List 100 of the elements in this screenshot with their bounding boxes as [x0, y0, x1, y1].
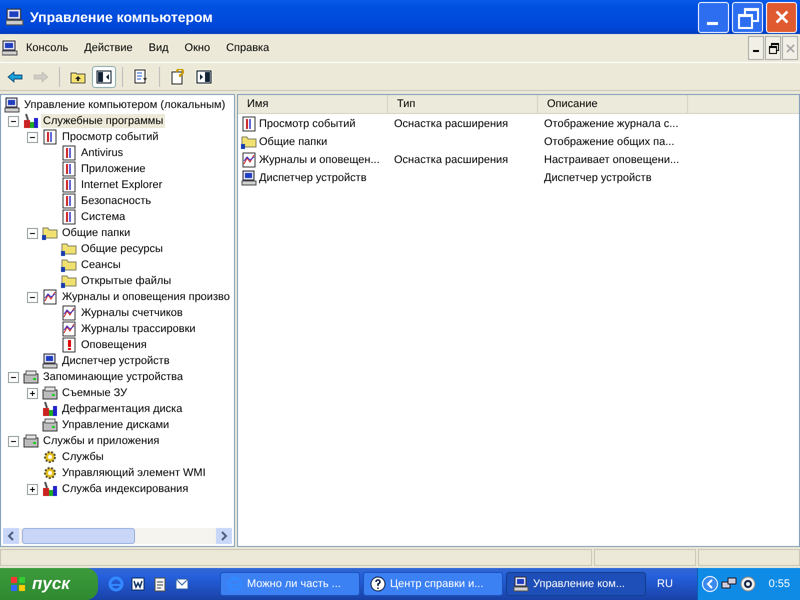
tree-item[interactable]: Оповещения — [79, 338, 149, 352]
tree-item[interactable]: Журналы и оповещения произво — [60, 290, 232, 304]
folder-icon — [61, 241, 77, 257]
list-cell[interactable]: Диспетчер устройств — [259, 172, 367, 184]
computer-icon — [6, 8, 24, 26]
column-header[interactable]: Имя — [238, 95, 388, 113]
computer-icon — [4, 97, 20, 113]
folder-icon — [61, 273, 77, 289]
tree-item[interactable]: Internet Explorer — [79, 178, 164, 192]
list-cell[interactable]: Просмотр событий — [259, 118, 356, 130]
export-list-icon — [133, 68, 149, 84]
expander-toggle[interactable] — [27, 388, 38, 398]
tree-item[interactable]: Управление дисками — [60, 418, 172, 432]
restore-button[interactable] — [765, 36, 781, 60]
expander-toggle[interactable] — [27, 484, 38, 494]
help-icon — [370, 576, 386, 592]
tree-item[interactable]: Система — [79, 210, 128, 224]
tree-item[interactable]: Открытые файлы — [79, 274, 174, 288]
menu-item[interactable]: Действие — [82, 42, 141, 54]
list-cell[interactable]: Журналы и оповещен... — [259, 154, 380, 166]
tree-item[interactable]: Диспетчер устройств — [60, 354, 172, 368]
list-cell: Отображение общих па... — [544, 136, 674, 148]
list-cell: Диспетчер устройств — [544, 172, 652, 184]
menu-item[interactable]: Справка — [224, 42, 278, 54]
document-icon[interactable] — [130, 576, 146, 592]
chart-icon — [61, 305, 77, 321]
taskbar-button[interactable]: Можно ли часть ... — [220, 572, 360, 596]
expander-toggle[interactable] — [8, 372, 19, 382]
mail-icon[interactable] — [174, 576, 190, 592]
gear-icon — [42, 465, 58, 481]
folder-icon — [61, 257, 77, 273]
tree-item[interactable]: Служебные программы — [41, 114, 166, 128]
list-cell[interactable]: Общие папки — [259, 136, 328, 148]
tree-item[interactable]: Общие ресурсы — [79, 242, 165, 256]
drive-icon — [42, 385, 58, 401]
tree-item[interactable]: Службы — [60, 450, 106, 464]
windows-flag-icon — [10, 576, 26, 592]
expander-toggle[interactable] — [8, 116, 19, 126]
tree-item[interactable]: Сеансы — [79, 258, 123, 272]
window-title: Управление компьютером — [30, 9, 214, 25]
list-cell: Оснастка расширения — [394, 154, 508, 166]
log-icon — [61, 209, 77, 225]
tree-item[interactable]: Запоминающие устройства — [41, 370, 186, 384]
taskbar-button[interactable]: Центр справки и... — [363, 572, 503, 596]
tree-item[interactable]: Управление компьютером (локальным) — [22, 98, 228, 112]
list-cell: Отображение журнала с... — [544, 118, 678, 130]
expander-toggle[interactable] — [27, 132, 38, 142]
tree-item[interactable]: Приложение — [79, 162, 148, 176]
drive-icon — [23, 433, 39, 449]
close-icon — [786, 44, 794, 52]
tree-item[interactable]: Antivirus — [79, 146, 126, 160]
minimize-button[interactable] — [748, 36, 764, 60]
panel-icon — [196, 68, 212, 84]
menu-item[interactable]: Вид — [146, 42, 177, 54]
expander-toggle[interactable] — [27, 228, 38, 238]
back-arrow-icon — [7, 68, 23, 84]
column-header[interactable]: Тип — [388, 95, 538, 113]
computer-icon — [2, 40, 18, 56]
scroll-left-icon[interactable] — [3, 528, 19, 544]
scroll-right-icon[interactable] — [216, 528, 232, 544]
language-indicator[interactable]: RU — [657, 578, 673, 590]
computer-icon — [513, 576, 529, 592]
taskbar-button[interactable]: Управление ком... — [506, 572, 646, 596]
expander-toggle[interactable] — [27, 292, 38, 302]
list-cell: Настраивает оповещени... — [544, 154, 680, 166]
tree-item[interactable]: Безопасность — [79, 194, 154, 208]
alert-icon — [61, 337, 77, 353]
tree-item[interactable]: Управляющий элемент WMI — [60, 466, 208, 480]
log-icon — [42, 129, 58, 145]
chart-icon — [241, 152, 257, 168]
tree-item[interactable]: Службы и приложения — [41, 434, 162, 448]
tree-pane-icon — [96, 68, 112, 84]
help-icon — [170, 68, 186, 84]
gear-icon — [42, 449, 58, 465]
notepad-icon[interactable] — [152, 576, 168, 592]
tree-item[interactable]: Журналы трассировки — [79, 322, 198, 336]
log-icon — [241, 116, 257, 132]
tree-item[interactable]: Служба индексирования — [60, 482, 190, 496]
list-cell: Оснастка расширения — [394, 118, 508, 130]
clock: 0:55 — [768, 578, 790, 590]
tree-item[interactable]: Съемные ЗУ — [60, 386, 130, 400]
log-icon — [61, 177, 77, 193]
horizontal-scrollbar[interactable] — [3, 528, 232, 544]
column-header[interactable]: Описание — [538, 95, 688, 113]
menu-item[interactable]: Консоль — [24, 42, 76, 54]
tree-item[interactable]: Дефрагментация диска — [60, 402, 184, 416]
tree-item[interactable]: Общие папки — [60, 226, 132, 240]
chart-icon — [42, 289, 58, 305]
log-icon — [61, 193, 77, 209]
forward-arrow-icon — [33, 68, 49, 84]
tree-pane-button[interactable] — [92, 66, 116, 88]
start-button[interactable]: пуск — [0, 568, 98, 600]
log-icon — [61, 145, 77, 161]
scrollbar-thumb[interactable] — [22, 528, 135, 544]
tree-item[interactable]: Журналы счетчиков — [79, 306, 185, 320]
drive-icon — [23, 369, 39, 385]
expander-toggle[interactable] — [8, 436, 19, 446]
menu-item[interactable]: Окно — [182, 42, 218, 54]
tree-item[interactable]: Просмотр событий — [60, 130, 161, 144]
tray-expand-icon[interactable] — [702, 576, 718, 592]
